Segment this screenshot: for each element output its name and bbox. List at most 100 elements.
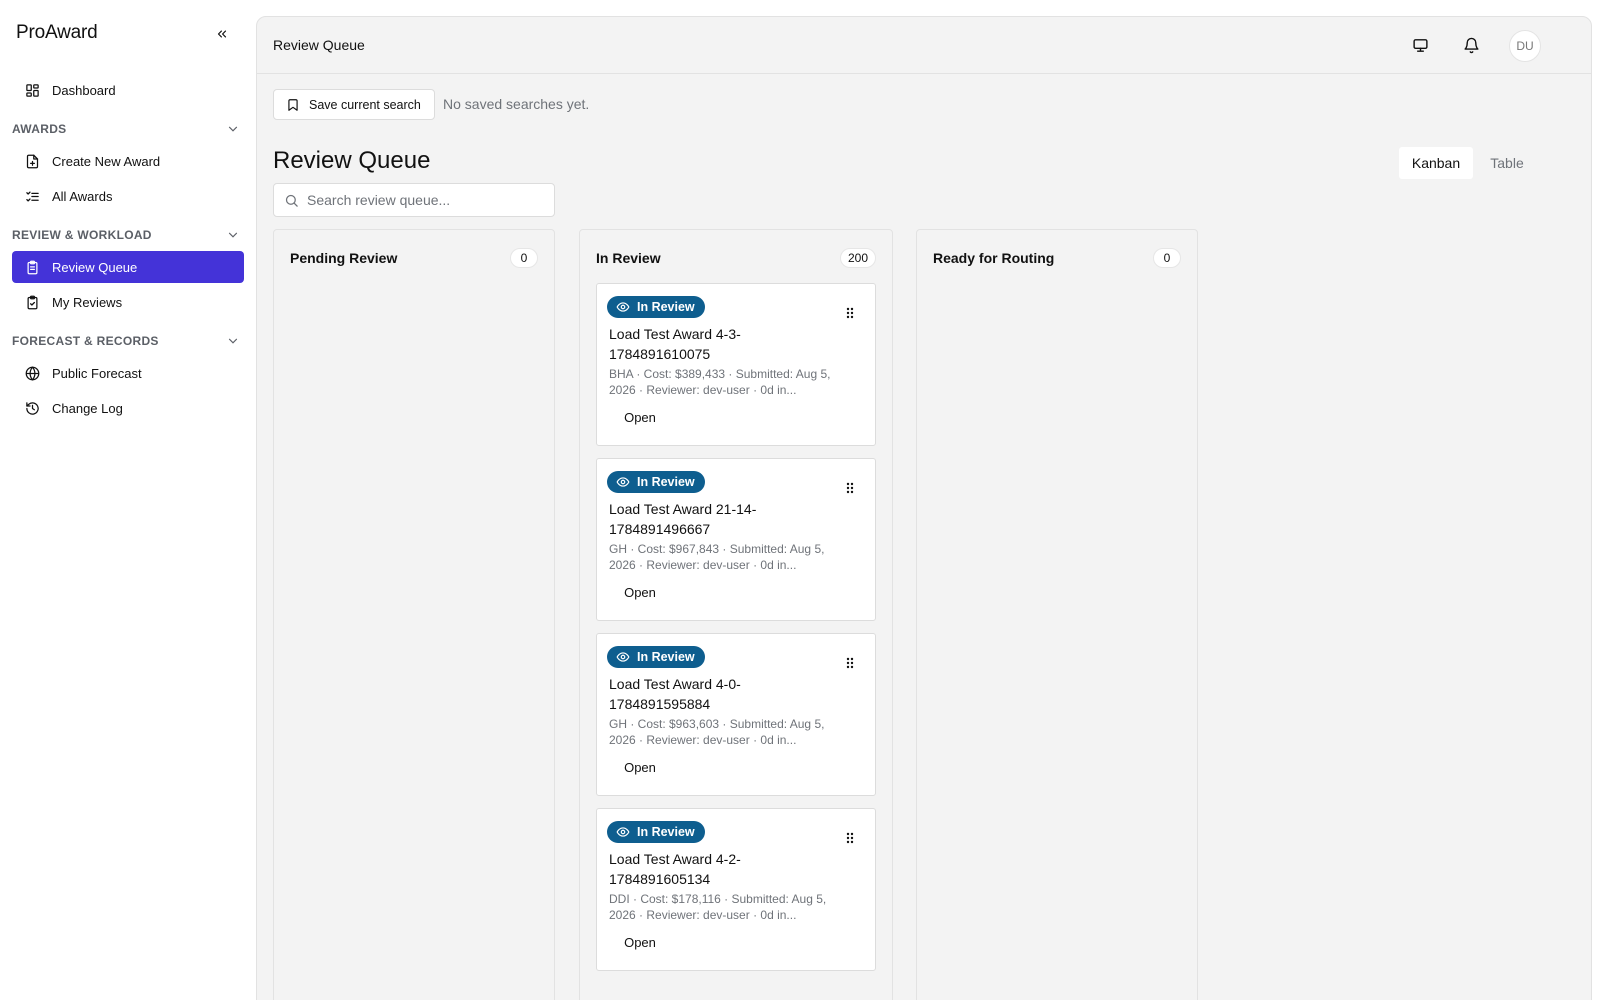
grip-vertical-icon [846,482,854,494]
column-count-badge: 0 [1153,248,1181,268]
section-title: FORECAST & RECORDS [12,334,159,348]
sidebar-item-label: Change Log [52,400,123,416]
eye-icon [616,827,630,837]
sidebar-item-label: All Awards [52,188,113,204]
open-award-button[interactable]: Open [609,753,671,781]
status-badge-label: In Review [637,825,695,839]
table-view-button[interactable]: Table [1473,147,1541,179]
award-meta: GH · Cost: $967,843 · Submitted: Aug 5, … [609,542,825,572]
history-icon [24,400,40,416]
column-count-badge: 0 [510,248,538,268]
eye-icon [616,477,630,487]
drag-handle[interactable] [843,304,857,322]
drag-handle[interactable] [843,479,857,497]
sidebar-item-dashboard[interactable]: Dashboard [12,74,244,106]
status-badge: In Review [607,296,705,318]
section-awards-toggle[interactable]: AWARDS [12,119,244,139]
layout-grid-icon [24,82,40,98]
sidebar-item-review-queue[interactable]: Review Queue [12,251,244,283]
status-badge: In Review [607,471,705,493]
kanban-column-pending-review: Pending Review 0 [273,229,555,1000]
award-title: Load Test Award 21-14-1784891496667 [609,501,757,537]
sidebar-item-label: My Reviews [52,294,123,310]
open-award-button[interactable]: Open [609,578,671,606]
monitor-icon [1412,38,1428,52]
column-title: Pending Review [290,250,398,266]
sidebar-item-change-log[interactable]: Change Log [12,392,244,424]
brand-logo: ProAward [16,22,98,43]
chevron-down-icon [228,126,238,132]
sidebar-item-label: Create New Award [52,153,161,169]
sidebar: ProAward Dashboard AWARDS Create New Awa… [0,0,256,1000]
kanban-column-ready-for-routing: Ready for Routing 0 [916,229,1198,1000]
file-plus-icon [24,153,40,169]
grip-vertical-icon [846,832,854,844]
sidebar-item-create-new-award[interactable]: Create New Award [12,145,244,177]
sidebar-item-public-forecast[interactable]: Public Forecast [12,357,244,389]
chevrons-left-icon [217,30,227,38]
award-meta: GH · Cost: $963,603 · Submitted: Aug 5, … [609,717,825,747]
collapse-sidebar-button[interactable] [212,24,232,44]
kanban-view-button[interactable]: Kanban [1399,147,1473,179]
avatar[interactable]: DU [1509,30,1541,62]
search-box [273,183,555,217]
open-award-button[interactable]: Open [609,928,671,956]
section-title: REVIEW & WORKLOAD [12,228,152,242]
eye-icon [616,302,630,312]
chevron-down-icon [228,232,238,238]
section-title: AWARDS [12,122,67,136]
notifications-button[interactable] [1459,33,1483,57]
column-header: Pending Review 0 [290,248,538,268]
save-current-search-button[interactable]: Save current search [273,89,435,120]
award-meta: BHA · Cost: $389,433 · Submitted: Aug 5,… [609,367,831,397]
list-check-icon [24,188,40,204]
kanban-column-in-review: In Review 200 In Review Load Test Award … [579,229,893,1000]
award-card[interactable]: In Review Load Test Award 4-3-1784891610… [596,283,876,446]
status-badge-label: In Review [637,650,695,664]
top-bar: Review Queue DU [257,17,1591,74]
column-title: Ready for Routing [933,250,1055,266]
main-panel: Review Queue DU Save current search No s… [256,16,1592,1000]
status-badge: In Review [607,646,705,668]
sidebar-item-label: Review Queue [52,259,138,275]
sidebar-item-label: Dashboard [52,82,116,98]
open-award-button[interactable]: Open [609,403,671,431]
grip-vertical-icon [846,657,854,669]
bell-icon [1463,37,1479,53]
sidebar-item-my-reviews[interactable]: My Reviews [12,286,244,318]
award-meta: DDI · Cost: $178,116 · Submitted: Aug 5,… [609,892,827,922]
no-saved-searches-text: No saved searches yet. [443,96,590,112]
display-mode-button[interactable] [1408,33,1432,57]
status-badge-label: In Review [637,475,695,489]
clipboard-check-icon [24,294,40,310]
award-card[interactable]: In Review Load Test Award 4-0-1784891595… [596,633,876,796]
search-icon [285,194,298,207]
view-toggle: Kanban Table [1399,147,1541,179]
status-badge: In Review [607,821,705,843]
award-card[interactable]: In Review Load Test Award 21-14-17848914… [596,458,876,621]
drag-handle[interactable] [843,829,857,847]
sidebar-item-label: Public Forecast [52,365,142,381]
section-forecast-records-toggle[interactable]: FORECAST & RECORDS [12,331,244,351]
status-badge-label: In Review [637,300,695,314]
column-count-badge: 200 [839,248,876,268]
grip-vertical-icon [846,307,854,319]
drag-handle[interactable] [843,654,857,672]
page-title: Review Queue [273,147,431,174]
eye-icon [616,652,630,662]
bookmark-icon [288,98,298,111]
sidebar-item-all-awards[interactable]: All Awards [12,180,244,212]
section-review-workload-toggle[interactable]: REVIEW & WORKLOAD [12,225,244,245]
column-title: In Review [596,250,661,266]
breadcrumb: Review Queue [273,37,365,53]
save-search-label: Save current search [309,97,421,112]
column-header: In Review 200 [596,248,876,268]
chevron-down-icon [228,338,238,344]
award-title: Load Test Award 4-0-1784891595884 [609,676,741,712]
award-card[interactable]: In Review Load Test Award 4-2-1784891605… [596,808,876,971]
clipboard-list-icon [24,259,40,275]
award-title: Load Test Award 4-3-1784891610075 [609,326,741,362]
award-title: Load Test Award 4-2-1784891605134 [609,851,741,887]
column-header: Ready for Routing 0 [933,248,1181,268]
search-input[interactable] [307,192,547,208]
